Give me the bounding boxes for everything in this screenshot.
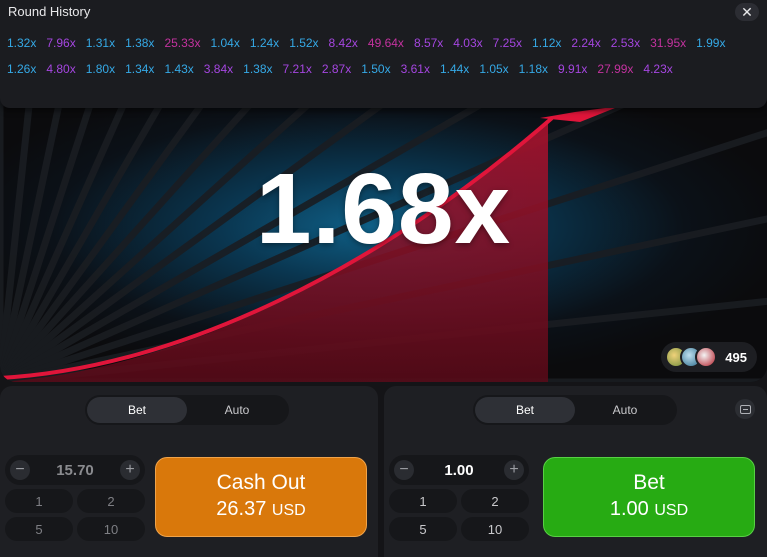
currency-label: USD xyxy=(271,502,306,519)
quick-amount-button[interactable]: 5 xyxy=(389,517,457,541)
tab-bet[interactable]: Bet xyxy=(475,397,575,423)
stake-value[interactable]: 1.00 xyxy=(444,462,473,479)
quick-amounts: 1 2 5 10 xyxy=(5,489,145,541)
history-list: 1.32x 7.96x 1.31x 1.38x 25.33x 1.04x 1.24x 1.52… xyxy=(7,30,763,82)
history-multiplier: 49.64x xyxy=(367,36,404,50)
mode-tabs: Bet Auto xyxy=(85,395,289,425)
history-multiplier: 1.04x xyxy=(210,36,240,50)
history-multiplier: 4.80x xyxy=(46,62,76,76)
close-history-button[interactable]: ✕ xyxy=(735,3,759,21)
mode-tabs: Bet Auto xyxy=(473,395,677,425)
history-multiplier: 1.32x xyxy=(7,36,37,50)
remove-panel-button[interactable] xyxy=(735,399,755,419)
quick-amounts: 1 2 5 10 xyxy=(389,489,529,541)
history-multiplier: 2.53x xyxy=(610,36,641,50)
bet-amount: 1.00 xyxy=(609,498,649,520)
history-multiplier: 1.38x xyxy=(243,62,273,76)
bet-panel-right: Bet Auto − 1.00 + 1 2 5 10 Bet 1.00 USD xyxy=(384,386,767,557)
history-multiplier: 9.91x xyxy=(558,62,588,76)
cash-out-button[interactable]: Cash Out 26.37 USD xyxy=(155,457,367,537)
tab-auto[interactable]: Auto xyxy=(575,397,675,423)
decrease-stake-button[interactable]: − xyxy=(10,460,30,480)
history-multiplier: 1.18x xyxy=(518,62,549,76)
decrease-stake-button[interactable]: − xyxy=(394,460,414,480)
history-multiplier: 1.34x xyxy=(125,62,155,76)
tab-bet[interactable]: Bet xyxy=(87,397,187,423)
players-badge[interactable]: 495 xyxy=(661,342,757,372)
crash-game-app: 1.68x 495 Round History ✕ 1.32x 7.96x 1.31… xyxy=(0,0,767,557)
game-canvas: 1.68x 495 xyxy=(0,100,767,382)
bet-amount-line: 1.00 USD xyxy=(610,496,688,524)
cash-out-label: Cash Out xyxy=(216,471,306,494)
quick-amount-button[interactable]: 5 xyxy=(5,517,73,541)
quick-amount-button[interactable]: 2 xyxy=(77,489,145,513)
bet-button[interactable]: Bet 1.00 USD xyxy=(543,457,755,537)
quick-amount-button[interactable]: 10 xyxy=(77,517,145,541)
history-multiplier: 27.99x xyxy=(597,62,634,76)
history-multiplier: 1.80x xyxy=(85,62,116,76)
increase-stake-button[interactable]: + xyxy=(503,460,524,480)
player-avatars xyxy=(665,346,718,368)
history-multiplier: 7.21x xyxy=(282,62,312,76)
history-multiplier: 3.61x xyxy=(400,62,430,76)
history-multiplier: 1.12x xyxy=(532,36,562,50)
history-multiplier: 4.23x xyxy=(643,62,673,76)
history-multiplier: 1.44x xyxy=(439,62,470,76)
history-multiplier: 2.24x xyxy=(571,36,601,50)
history-multiplier: 1.05x xyxy=(479,62,509,76)
history-multiplier: 1.99x xyxy=(696,36,726,50)
round-history-title: Round History xyxy=(8,4,91,19)
avatar-icon xyxy=(695,346,718,368)
history-multiplier: 1.24x xyxy=(249,36,280,50)
quick-amount-button[interactable]: 2 xyxy=(461,489,529,513)
history-multiplier: 1.43x xyxy=(164,62,194,76)
history-multiplier: 1.31x xyxy=(85,36,116,50)
minus-square-icon xyxy=(739,404,751,414)
history-multiplier: 1.26x xyxy=(7,62,37,76)
history-multiplier: 25.33x xyxy=(164,36,201,50)
stake-value[interactable]: 15.70 xyxy=(56,462,94,479)
cash-out-amount-line: 26.37 USD xyxy=(216,496,305,524)
cash-out-amount: 26.37 xyxy=(216,498,267,520)
players-count: 495 xyxy=(725,349,747,365)
bet-label: Bet xyxy=(633,471,665,494)
history-multiplier: 1.50x xyxy=(361,62,391,76)
history-multiplier: 31.95x xyxy=(650,36,687,50)
quick-amount-button[interactable]: 1 xyxy=(389,489,457,513)
currency-label: USD xyxy=(654,502,689,519)
history-multiplier: 1.52x xyxy=(289,36,319,50)
quick-amount-button[interactable]: 10 xyxy=(461,517,529,541)
history-multiplier: 8.57x xyxy=(413,36,444,50)
stake-stepper: − 1.00 + xyxy=(389,455,529,485)
history-multiplier: 4.03x xyxy=(453,36,483,50)
bet-panel-left: Bet Auto − 15.70 + 1 2 5 10 Cash Out 26.… xyxy=(0,386,378,557)
history-multiplier: 7.96x xyxy=(46,36,76,50)
quick-amount-button[interactable]: 1 xyxy=(5,489,73,513)
current-multiplier: 1.68x xyxy=(255,153,512,265)
history-multiplier: 8.42x xyxy=(328,36,358,50)
stake-stepper: − 15.70 + xyxy=(5,455,145,485)
history-multiplier: 7.25x xyxy=(492,36,523,50)
history-multiplier: 1.38x xyxy=(125,36,155,50)
history-multiplier: 3.84x xyxy=(203,62,234,76)
close-icon: ✕ xyxy=(741,3,753,20)
round-history-panel: Round History ✕ 1.32x 7.96x 1.31x 1.38x 25.3… xyxy=(0,0,767,108)
increase-stake-button[interactable]: + xyxy=(119,460,140,480)
history-multiplier: 2.87x xyxy=(321,62,352,76)
tab-auto[interactable]: Auto xyxy=(187,397,287,423)
